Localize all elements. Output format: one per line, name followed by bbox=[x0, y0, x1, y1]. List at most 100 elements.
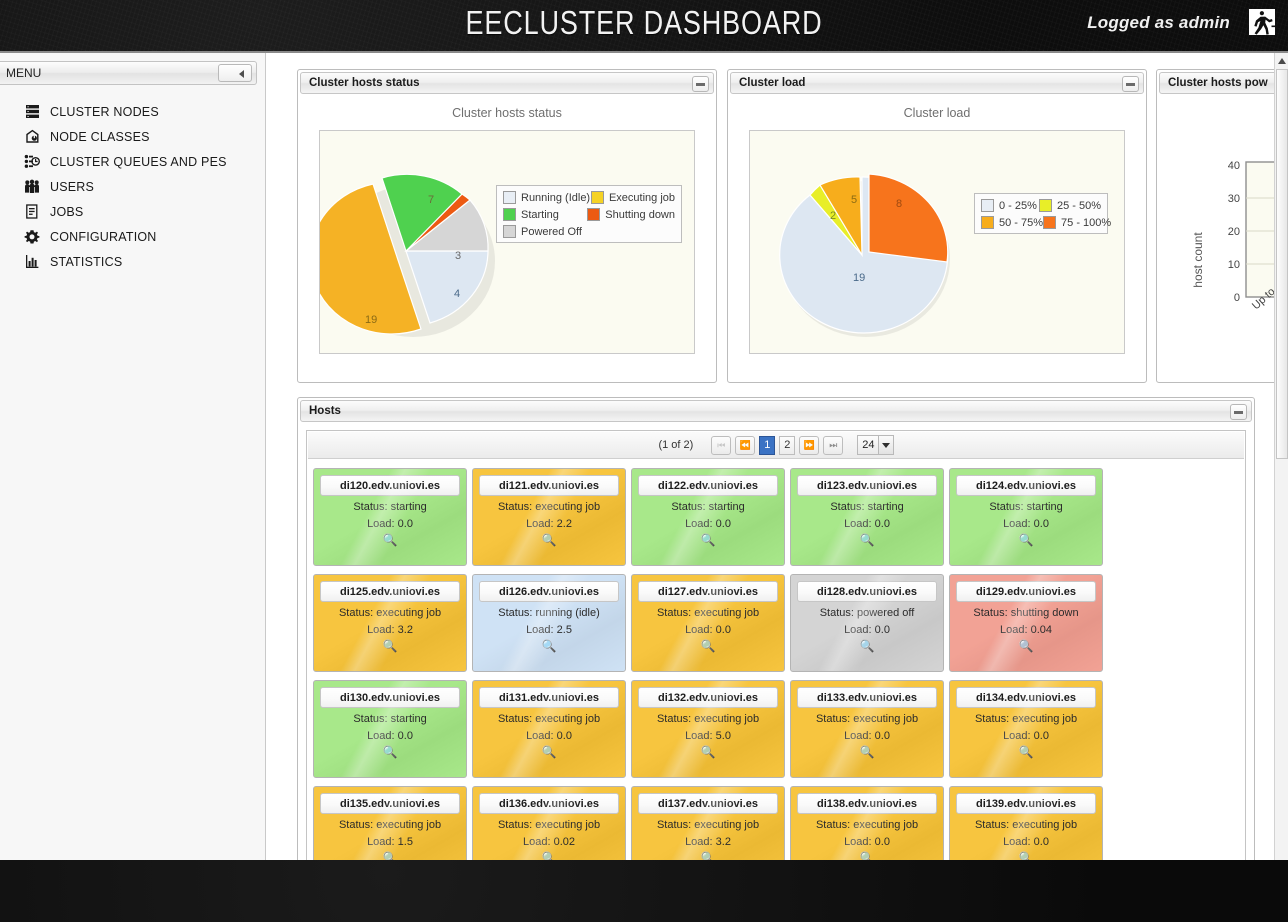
panel-title: Cluster hosts status bbox=[309, 77, 420, 89]
magnifier-icon[interactable]: 🔍 bbox=[473, 639, 625, 653]
panel-header: Cluster load bbox=[730, 72, 1144, 94]
host-card[interactable]: di128.edv.uniovi.esStatus: powered offLo… bbox=[790, 574, 944, 672]
host-card[interactable]: di125.edv.uniovi.esStatus: executing job… bbox=[313, 574, 467, 672]
host-load: Load: 0.0 bbox=[791, 518, 943, 530]
last-page-icon[interactable]: ⏭ bbox=[823, 436, 843, 455]
minimize-icon[interactable] bbox=[1230, 404, 1247, 420]
sidebar-item-node-classes[interactable]: NODE CLASSES bbox=[0, 124, 265, 149]
sidebar-item-cluster-nodes[interactable]: CLUSTER NODES bbox=[0, 99, 265, 124]
host-status: Status: executing job bbox=[632, 819, 784, 831]
chart-title: Cluster load bbox=[728, 106, 1146, 120]
host-load: Load: 0.0 bbox=[791, 730, 943, 742]
magnifier-icon[interactable]: 🔍 bbox=[314, 745, 466, 759]
host-load: Load: 5.0 bbox=[632, 730, 784, 742]
host-status: Status: executing job bbox=[950, 819, 1102, 831]
host-card[interactable]: di124.edv.uniovi.esStatus: startingLoad:… bbox=[949, 468, 1103, 566]
sidebar-item-label: JOBS bbox=[50, 205, 83, 219]
sidebar-item-cluster-queues[interactable]: CLUSTER QUEUES AND PES bbox=[0, 149, 265, 174]
chevron-left-glyph bbox=[239, 70, 244, 78]
minimize-icon[interactable] bbox=[692, 76, 709, 92]
page-number-2[interactable]: 2 bbox=[779, 436, 795, 455]
host-card[interactable]: di133.edv.uniovi.esStatus: executing job… bbox=[790, 680, 944, 778]
prev-page-icon[interactable]: ⏪ bbox=[735, 436, 755, 455]
host-load: Load: 0.0 bbox=[632, 624, 784, 636]
chevron-down-icon[interactable] bbox=[878, 436, 893, 454]
host-card[interactable]: di121.edv.uniovi.esStatus: executing job… bbox=[472, 468, 626, 566]
panel-cluster-load: Cluster load Cluster load bbox=[727, 69, 1147, 383]
sidebar-item-jobs[interactable]: JOBS bbox=[0, 199, 265, 224]
legend-swatch-powered-off bbox=[503, 225, 516, 238]
legend-label: 75 - 100% bbox=[1061, 217, 1111, 229]
page-title: EECLUSTER DASHBOARD bbox=[116, 4, 1172, 42]
magnifier-icon[interactable]: 🔍 bbox=[632, 639, 784, 653]
host-card[interactable]: di126.edv.uniovi.esStatus: running (idle… bbox=[472, 574, 626, 672]
legend-label: 25 - 50% bbox=[1057, 200, 1101, 212]
host-card[interactable]: di129.edv.uniovi.esStatus: shutting down… bbox=[949, 574, 1103, 672]
host-load: Load: 0.0 bbox=[950, 836, 1102, 848]
magnifier-icon[interactable]: 🔍 bbox=[950, 533, 1102, 547]
magnifier-icon[interactable]: 🔍 bbox=[791, 533, 943, 547]
chart-legend: 0 - 25% 25 - 50% 50 - 75% bbox=[974, 193, 1108, 234]
host-card[interactable]: di130.edv.uniovi.esStatus: startingLoad:… bbox=[313, 680, 467, 778]
magnifier-icon[interactable]: 🔍 bbox=[950, 639, 1102, 653]
svg-text:40: 40 bbox=[1228, 160, 1240, 172]
chevron-left-icon[interactable] bbox=[218, 64, 252, 82]
pie-label: 8 bbox=[896, 198, 902, 210]
next-page-icon[interactable]: ⏩ bbox=[799, 436, 819, 455]
magnifier-icon[interactable]: 🔍 bbox=[314, 533, 466, 547]
host-card[interactable]: di120.edv.uniovi.esStatus: startingLoad:… bbox=[313, 468, 467, 566]
host-card[interactable]: di132.edv.uniovi.esStatus: executing job… bbox=[631, 680, 785, 778]
sidebar-item-statistics[interactable]: STATISTICS bbox=[0, 249, 265, 274]
legend-swatch-executing-job bbox=[591, 191, 604, 204]
host-card[interactable]: di127.edv.uniovi.esStatus: executing job… bbox=[631, 574, 785, 672]
host-status: Status: executing job bbox=[314, 607, 466, 619]
host-card[interactable]: di131.edv.uniovi.esStatus: executing job… bbox=[472, 680, 626, 778]
host-load: Load: 2.5 bbox=[473, 624, 625, 636]
magnifier-icon[interactable]: 🔍 bbox=[632, 533, 784, 547]
magnifier-icon[interactable]: 🔍 bbox=[950, 745, 1102, 759]
legend-swatch-75-100 bbox=[1043, 216, 1056, 229]
magnifier-icon[interactable]: 🔍 bbox=[473, 745, 625, 759]
svg-text:0: 0 bbox=[1234, 292, 1240, 304]
host-load: Load: 0.04 bbox=[950, 624, 1102, 636]
host-name: di136.edv.uniovi.es bbox=[479, 793, 619, 814]
host-name: di132.edv.uniovi.es bbox=[638, 687, 778, 708]
host-name: di138.edv.uniovi.es bbox=[797, 793, 937, 814]
vertical-scrollbar[interactable] bbox=[1274, 53, 1288, 891]
sidebar-item-users[interactable]: USERS bbox=[0, 174, 265, 199]
host-card[interactable]: di122.edv.uniovi.esStatus: startingLoad:… bbox=[631, 468, 785, 566]
servers-icon bbox=[22, 103, 42, 121]
pie-label: 5 bbox=[851, 194, 857, 206]
host-status: Status: starting bbox=[791, 501, 943, 513]
panel-header: Cluster hosts status bbox=[300, 72, 714, 94]
exit-run-icon[interactable] bbox=[1245, 5, 1279, 39]
page-size-select[interactable]: 24 bbox=[857, 435, 893, 455]
magnifier-icon[interactable]: 🔍 bbox=[632, 745, 784, 759]
host-status: Status: starting bbox=[950, 501, 1102, 513]
sidebar-item-configuration[interactable]: CONFIGURATION bbox=[0, 224, 265, 249]
bar-chart-icon bbox=[22, 253, 42, 271]
hosts-power-bar-chart: host count 40 30 20 10 0 Up to 100 Watts… bbox=[1178, 130, 1274, 354]
magnifier-icon[interactable]: 🔍 bbox=[791, 745, 943, 759]
host-card[interactable]: di123.edv.uniovi.esStatus: startingLoad:… bbox=[790, 468, 944, 566]
scroll-up-icon[interactable] bbox=[1275, 53, 1288, 68]
host-name: di137.edv.uniovi.es bbox=[638, 793, 778, 814]
host-name: di126.edv.uniovi.es bbox=[479, 581, 619, 602]
vertical-scroll-thumb[interactable] bbox=[1276, 69, 1288, 459]
legend-label: Powered Off bbox=[521, 226, 582, 238]
page-number-1[interactable]: 1 bbox=[759, 436, 775, 455]
magnifier-icon[interactable]: 🔍 bbox=[314, 639, 466, 653]
minimize-icon[interactable] bbox=[1122, 76, 1139, 92]
chart-title: Cluster hosts power consumption bbox=[1157, 106, 1274, 120]
magnifier-icon[interactable]: 🔍 bbox=[791, 639, 943, 653]
host-card[interactable]: di134.edv.uniovi.esStatus: executing job… bbox=[949, 680, 1103, 778]
host-status: Status: shutting down bbox=[950, 607, 1102, 619]
first-page-icon[interactable]: ⏮ bbox=[711, 436, 731, 455]
cluster-load-pie-chart: 8 5 2 19 0 - 25% 2 bbox=[749, 130, 1125, 354]
host-load: Load: 0.0 bbox=[950, 730, 1102, 742]
host-name: di133.edv.uniovi.es bbox=[797, 687, 937, 708]
magnifier-icon[interactable]: 🔍 bbox=[473, 533, 625, 547]
host-name: di128.edv.uniovi.es bbox=[797, 581, 937, 602]
legend-label: 0 - 25% bbox=[999, 200, 1037, 212]
queue-clock-icon bbox=[22, 153, 42, 171]
